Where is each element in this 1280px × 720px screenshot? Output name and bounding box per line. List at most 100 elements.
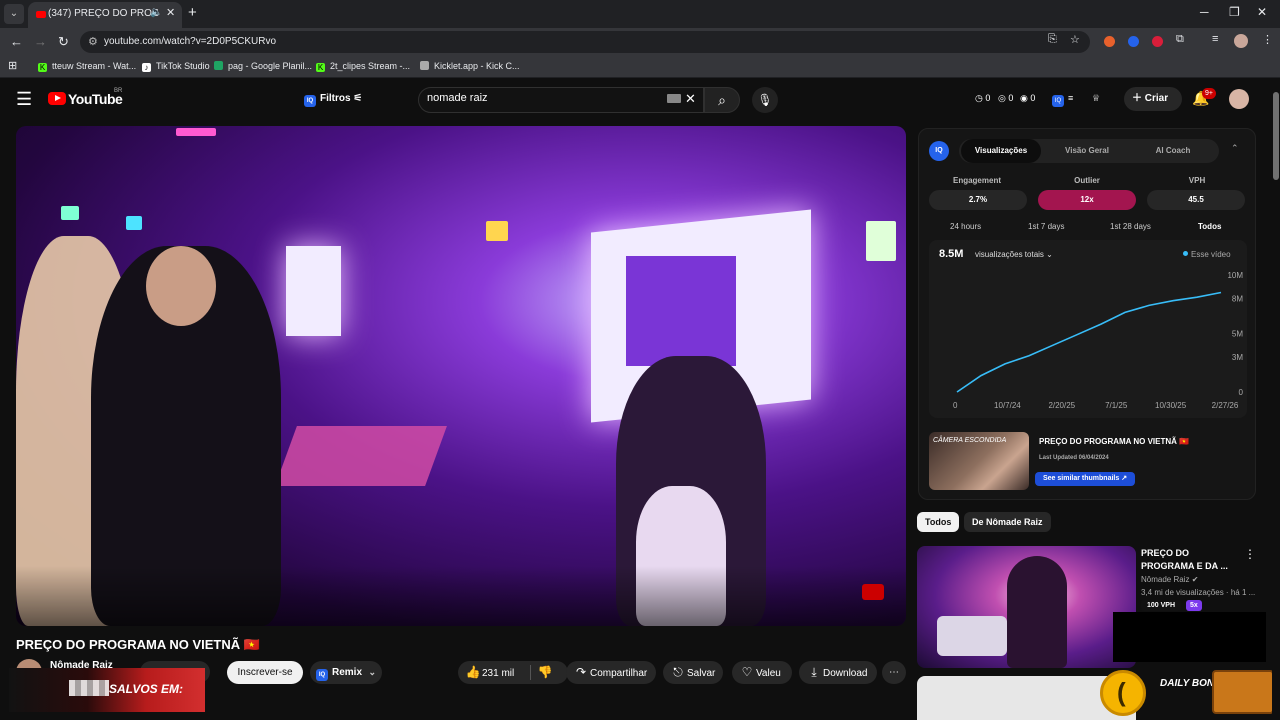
like-icon[interactable]: 👍 bbox=[464, 661, 482, 684]
bookmark-item[interactable]: Kicklet.app - Kick C... bbox=[420, 61, 520, 71]
browser-tab-active[interactable]: (347) PREÇO DO PROGRAMA 🔈 ✕ bbox=[28, 2, 182, 28]
back-icon[interactable]: ← bbox=[10, 34, 23, 49]
reading-list-icon[interactable]: ≡ bbox=[1212, 33, 1218, 45]
more-actions-button[interactable]: ⋯ bbox=[882, 661, 906, 684]
browser-nav-bar: ← → ↻ ⚙ youtube.com/watch?v=2D0P5CKURvo … bbox=[0, 28, 1280, 56]
tab-search-icon[interactable]: ⌄ bbox=[4, 4, 24, 24]
super-thanks-icon: ♡ bbox=[741, 665, 753, 679]
extension-icon[interactable] bbox=[1104, 36, 1115, 47]
address-bar[interactable]: ⚙ youtube.com/watch?v=2D0P5CKURvo bbox=[80, 31, 1090, 53]
menu-icon[interactable]: ☰ bbox=[16, 89, 32, 110]
x-tick-label: 2/27/26 bbox=[1212, 401, 1239, 410]
youtube-favicon-icon bbox=[36, 11, 46, 18]
video-scene-light bbox=[61, 206, 79, 220]
bookmark-item[interactable]: pag - Google Planil... bbox=[214, 61, 312, 71]
tab-close-icon[interactable]: ✕ bbox=[166, 6, 175, 19]
metric-engagement: 2.7% bbox=[929, 190, 1027, 210]
extensions-puzzle-icon[interactable]: ⧉ bbox=[1176, 33, 1184, 46]
like-count[interactable]: 231 mil bbox=[482, 668, 514, 679]
new-tab-icon[interactable]: + bbox=[188, 4, 197, 21]
remix-button[interactable]: IQ Remix ⌄ bbox=[310, 661, 382, 684]
recommended-title[interactable]: PREÇO DO PROGRAMA E DA ... bbox=[1141, 547, 1241, 573]
extension-icon[interactable] bbox=[1128, 36, 1139, 47]
speaker-icon[interactable]: 🔈 bbox=[150, 7, 162, 18]
save-button[interactable]: ⎋ Salvar bbox=[663, 661, 723, 684]
thumbnail-text: CÂMERA ESCONDIDA bbox=[933, 437, 1007, 444]
close-window-icon[interactable]: ✕ bbox=[1257, 5, 1267, 19]
clear-search-icon[interactable]: ✕ bbox=[685, 91, 696, 107]
bookmark-star-icon[interactable]: ☆ bbox=[1070, 33, 1080, 46]
profile-avatar[interactable] bbox=[1234, 34, 1248, 48]
x-tick-label: 0 bbox=[953, 401, 958, 410]
voice-search-button[interactable]: 🎙 bbox=[752, 87, 778, 113]
page-scrollbar[interactable] bbox=[1272, 80, 1280, 720]
chrome-menu-icon[interactable]: ⋮ bbox=[1262, 33, 1273, 46]
filters-button[interactable]: IQ Filtros ⚟ bbox=[296, 88, 370, 110]
channel-watermark-icon[interactable] bbox=[862, 584, 884, 600]
download-icon: ⤓ bbox=[811, 665, 817, 679]
tab-visao-geral[interactable]: Visão Geral bbox=[1047, 139, 1127, 163]
cast-icon[interactable]: ⎘ bbox=[1048, 33, 1057, 46]
chip-todos[interactable]: Todos bbox=[917, 512, 960, 532]
stat-counter[interactable]: ◷ 0 bbox=[975, 93, 990, 104]
scrollbar-thumb[interactable] bbox=[1273, 92, 1279, 180]
tiktok-icon: ♪ bbox=[142, 63, 151, 72]
video-player[interactable] bbox=[16, 126, 906, 626]
keyboard-icon[interactable] bbox=[667, 94, 681, 103]
bookmark-item[interactable]: ♪ TikTok Studio bbox=[142, 61, 210, 72]
search-button[interactable]: ⌕ bbox=[704, 87, 740, 113]
apps-grid-icon[interactable]: ⊞ bbox=[8, 59, 17, 72]
site-info-icon[interactable]: ⚙ bbox=[88, 35, 98, 48]
forward-icon[interactable]: → bbox=[34, 34, 47, 49]
reload-icon[interactable]: ↻ bbox=[58, 34, 69, 50]
account-avatar[interactable] bbox=[1229, 89, 1249, 109]
sliders-icon: ⚟ bbox=[353, 93, 363, 104]
tab-ai-coach[interactable]: AI Coach bbox=[1133, 139, 1213, 163]
share-button[interactable]: ↷ Compartilhar bbox=[566, 661, 656, 684]
range-24h[interactable]: 24 hours bbox=[950, 222, 981, 231]
range-7d[interactable]: 1st 7 days bbox=[1028, 222, 1064, 231]
video-scene-table bbox=[275, 426, 447, 486]
bookmark-item[interactable]: Ktteuw Stream - Wat... bbox=[38, 61, 136, 72]
minimize-icon[interactable]: ─ bbox=[1200, 5, 1209, 19]
bookmark-item[interactable]: K 2t_clipes Stream -... bbox=[316, 61, 410, 72]
search-input[interactable] bbox=[427, 92, 657, 104]
trophy-icon[interactable]: ♕ bbox=[1092, 93, 1100, 104]
chevron-up-icon[interactable]: ⌃ bbox=[1231, 143, 1239, 154]
list-icon[interactable]: ≡ bbox=[1068, 93, 1073, 103]
thanks-button[interactable]: ♡ Valeu bbox=[732, 661, 792, 684]
range-28d[interactable]: 1st 28 days bbox=[1110, 222, 1151, 231]
maximize-icon[interactable]: ❐ bbox=[1229, 5, 1240, 19]
chip-channel[interactable]: De Nômade Raiz bbox=[964, 512, 1051, 532]
similar-thumbnails-button[interactable]: See similar thumbnails ↗ bbox=[1035, 472, 1136, 486]
daily-bonus-overlay: DAILY BONUS bbox=[1100, 668, 1276, 720]
video-scene-screen bbox=[286, 246, 341, 336]
download-button[interactable]: ⤓ Download bbox=[799, 661, 877, 684]
recommended-thumbnail[interactable] bbox=[917, 546, 1136, 668]
search-box[interactable]: ✕ bbox=[418, 87, 704, 113]
range-all[interactable]: Todos bbox=[1198, 222, 1221, 231]
iq-extension-icon[interactable]: IQ bbox=[1052, 93, 1068, 107]
metric-label: Outlier bbox=[1074, 176, 1100, 185]
dislike-icon[interactable]: 👎 bbox=[536, 661, 554, 684]
stat-counter[interactable]: ◉ 0 bbox=[1020, 93, 1035, 104]
metric-vph: 45.5 bbox=[1147, 190, 1245, 210]
video-scene-shade bbox=[16, 566, 906, 626]
verified-icon: ✔ bbox=[1191, 575, 1199, 584]
video-scene-light bbox=[176, 128, 216, 136]
recommended-channel[interactable]: Nômade Raiz ✔ bbox=[1141, 575, 1198, 584]
chevron-down-icon[interactable]: ⌄ bbox=[368, 661, 376, 684]
iq-icon: IQ bbox=[304, 95, 316, 107]
stat-counter[interactable]: ◎ 0 bbox=[998, 93, 1013, 104]
create-button[interactable]: ＋ Criar bbox=[1124, 87, 1182, 111]
tab-visualizacoes[interactable]: Visualizações bbox=[961, 139, 1041, 163]
iq-icon: IQ bbox=[316, 669, 328, 681]
iq-logo-icon: IQ bbox=[929, 141, 949, 161]
treasure-chest-icon bbox=[1212, 670, 1274, 714]
extension-icon[interactable] bbox=[1152, 36, 1163, 47]
x-tick-label: 10/30/25 bbox=[1155, 401, 1187, 410]
video-thumbnail-card[interactable]: CÂMERA ESCONDIDA bbox=[929, 432, 1029, 490]
subscribe-button[interactable]: Inscrever-se bbox=[227, 661, 303, 684]
youtube-logo-icon[interactable] bbox=[48, 92, 66, 105]
more-icon[interactable]: ⋮ bbox=[1244, 547, 1256, 561]
